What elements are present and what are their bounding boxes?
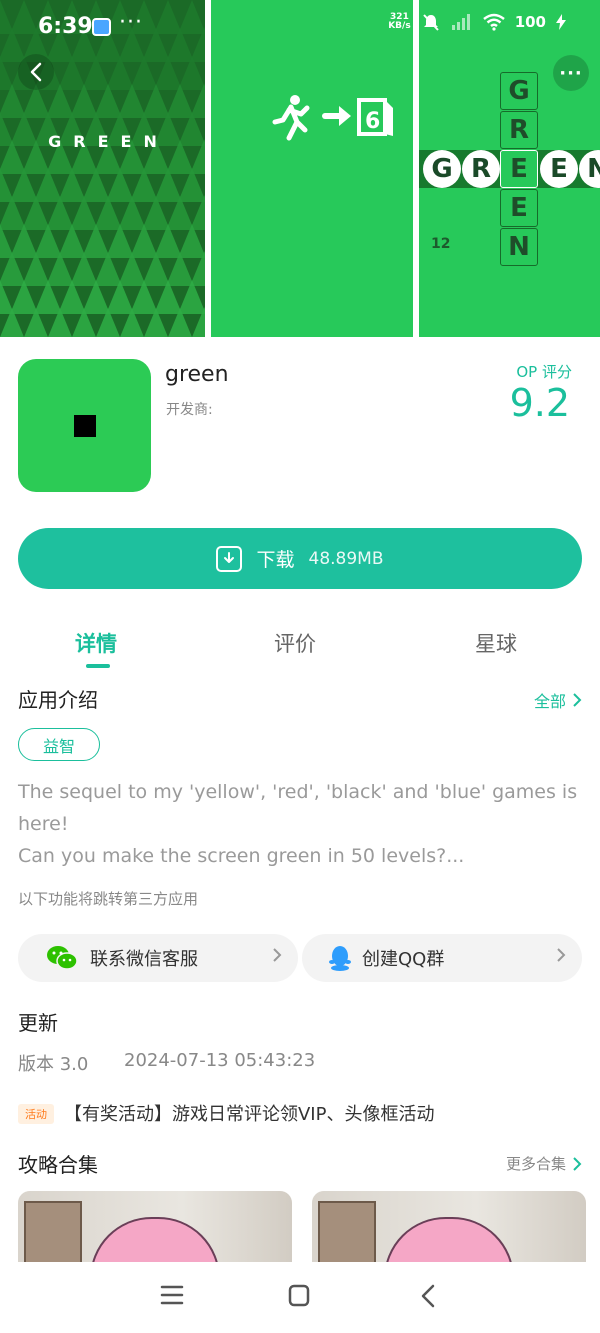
letter-circle: G <box>423 150 461 188</box>
status-bar: 6:39 ··· 321 KB/s 100 <box>0 0 600 56</box>
guide-thumbnail <box>24 1201 82 1271</box>
mute-bell-icon <box>422 14 439 31</box>
chevron-right-icon <box>273 948 282 962</box>
wechat-support-label: 联系微信客服 <box>90 949 198 970</box>
system-navigation-bar <box>0 1262 600 1333</box>
back-nav-icon[interactable] <box>419 1284 437 1308</box>
chevron-right-icon <box>573 693 582 707</box>
battery-level: 100 <box>514 13 546 31</box>
download-label: 下载 <box>256 549 295 571</box>
app-icon-square <box>73 414 96 437</box>
more-options-button[interactable]: ··· <box>553 55 589 91</box>
signal-icon <box>451 14 470 30</box>
back-button[interactable] <box>18 54 54 90</box>
create-qq-group-button[interactable]: 创建QQ群 <box>302 934 582 982</box>
version-text: 版本 3.0 <box>18 1054 89 1075</box>
letter-tile: N <box>500 228 538 266</box>
chevron-left-icon <box>30 62 42 82</box>
create-qq-group-label: 创建QQ群 <box>362 949 445 970</box>
letter-tile: R <box>500 111 538 149</box>
letter-tile: E <box>500 150 538 188</box>
download-icon <box>216 545 243 572</box>
guide-thumbnail <box>318 1201 376 1271</box>
chevron-right-icon <box>573 1156 582 1171</box>
exit-level-graphic: 6 <box>272 95 393 141</box>
notification-more-icon: ··· <box>119 10 143 35</box>
detail-tabs: 详情 评价 星球 <box>0 620 600 670</box>
guide-card[interactable] <box>18 1191 292 1271</box>
menu-icon[interactable] <box>160 1284 184 1306</box>
shot-title: GREEN <box>48 132 169 151</box>
event-link[interactable]: 【有奖活动】游戏日常评论领VIP、头像框活动 <box>64 1100 434 1126</box>
app-description[interactable]: The sequel to my 'yellow', 'red', 'black… <box>18 776 578 872</box>
tab-planet[interactable]: 星球 <box>475 628 517 658</box>
letter-circle: R <box>462 150 500 188</box>
charging-icon <box>556 14 566 30</box>
developer-label: 开发商: <box>166 402 213 418</box>
qq-icon <box>329 946 351 971</box>
chevron-right-icon <box>557 948 566 962</box>
more-dots-icon: ··· <box>559 62 583 84</box>
download-size: 48.89MB <box>308 548 384 569</box>
tab-indicator <box>86 664 110 668</box>
letter-circle: E <box>540 150 578 188</box>
category-tag[interactable]: 益智 <box>18 728 100 761</box>
level-number: 6 <box>365 109 380 134</box>
description-line: Can you make the screen green in 50 leve… <box>18 845 465 867</box>
guide-card[interactable] <box>312 1191 586 1271</box>
status-icons: 321 KB/s 100 <box>388 12 566 32</box>
see-all-label: 全部 <box>533 692 566 711</box>
event-badge: 活动 <box>18 1104 54 1124</box>
intro-title: 应用介绍 <box>18 688 98 712</box>
update-title: 更新 <box>18 1011 58 1035</box>
letter-tile: E <box>500 189 538 227</box>
home-icon[interactable] <box>287 1284 311 1308</box>
guides-title: 攻略合集 <box>18 1153 98 1177</box>
tab-details[interactable]: 详情 <box>75 628 117 658</box>
network-speed: 321 KB/s <box>388 12 411 31</box>
see-all-link[interactable]: 全部 <box>534 688 582 712</box>
score-value: 9.2 <box>509 381 570 425</box>
more-guides-link[interactable]: 更多合集 <box>506 1153 582 1174</box>
description-line: The sequel to my 'yellow', 'red', 'black… <box>18 781 578 803</box>
update-date: 2024-07-13 05:43:23 <box>124 1050 316 1071</box>
score-label: OP 评分 <box>516 363 572 381</box>
wifi-icon <box>482 13 505 31</box>
download-button[interactable]: 下载 48.89MB <box>18 528 582 589</box>
wechat-support-button[interactable]: 联系微信客服 <box>18 934 298 982</box>
notification-app-icon <box>92 18 111 36</box>
wechat-icon <box>47 946 78 970</box>
status-time: 6:39 <box>38 14 93 39</box>
description-line: here! <box>18 813 69 835</box>
letter-tile: G <box>500 72 538 110</box>
tab-reviews[interactable]: 评价 <box>274 628 316 658</box>
level-number: 12 <box>431 236 451 252</box>
more-guides-label: 更多合集 <box>505 1155 566 1173</box>
third-party-note: 以下功能将跳转第三方应用 <box>18 890 199 908</box>
app-icon <box>18 359 151 492</box>
app-name: green <box>165 362 229 387</box>
